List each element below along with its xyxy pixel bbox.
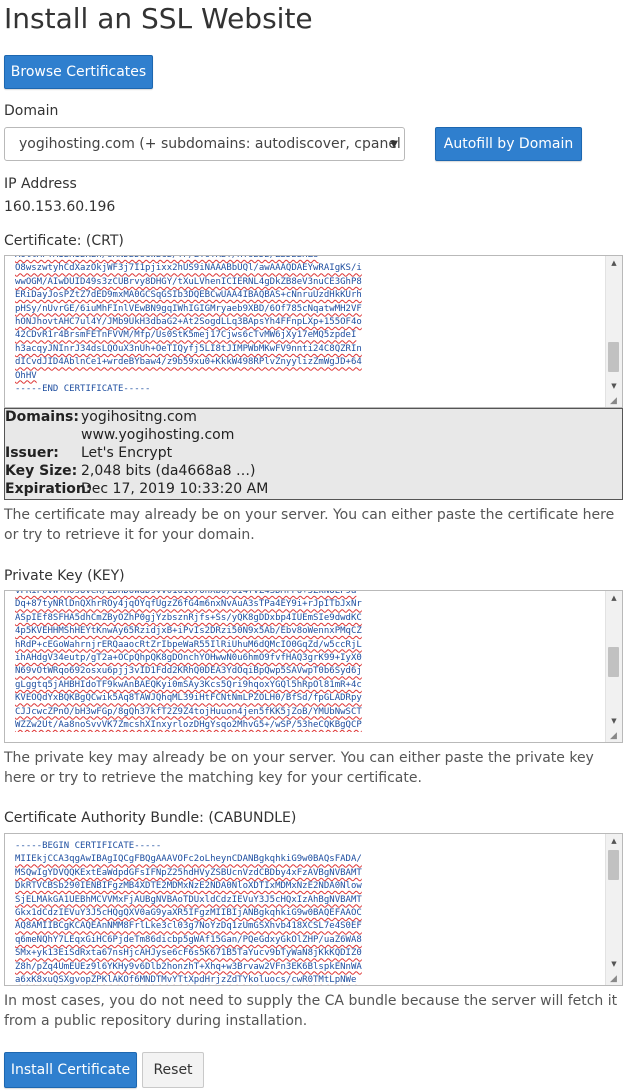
- certificate-textarea[interactable]: A6ttAFTAIBHIBKEh/8RNDBD8GWBCB/YF/ET6YRBY…: [4, 255, 623, 408]
- cabundle-label: Certificate Authority Bundle: (CABUNDLE): [4, 810, 297, 826]
- certificate-help-text: The certificate may already be on your s…: [4, 507, 615, 543]
- text-line: DkRTVCBSb290IENBIFgzMB4XDTE2MDMxNzE2NDA0…: [15, 881, 362, 892]
- text-line: A6ttAFTAIBHIBKEh/8RNDBD8GWBCB/YF/ET6YRBY…: [15, 255, 319, 260]
- text-line: pHSy/nUvrGE/6iuMhFInlVEwBN9gqIWhIGIGMrya…: [15, 303, 362, 314]
- domain-select[interactable]: yogihosting.com (+ subdomains: autodisco…: [4, 127, 405, 161]
- private-key-textarea[interactable]: VFRiF0vW+H0sUveK/ZDHDOWdD9vv01O107OhXb0/…: [4, 590, 623, 743]
- ip-address-value: 160.153.60.196: [4, 199, 116, 215]
- text-line: AQ8AMIIBCgKCAQEAnNMM8FrlLke3cl03g7NoYzDq…: [15, 921, 362, 932]
- text-line: h3acqyJNInrJ34dsLQOuX3nUh+OeTIQyfj5LI8tJ…: [15, 343, 362, 354]
- domain-select-value: yogihosting.com (+ subdomains: autodisco…: [19, 136, 401, 152]
- text-line: OhHV: [15, 370, 37, 381]
- page-title: Install an SSL Website: [4, 2, 313, 35]
- resize-grip-icon[interactable]: ◢: [610, 396, 620, 406]
- expiration-label: Expiration:: [5, 481, 92, 497]
- resize-grip-icon[interactable]: ◢: [610, 731, 620, 741]
- scroll-down-icon[interactable]: ▼: [606, 714, 622, 728]
- scroll-up-icon[interactable]: ▲: [606, 591, 622, 605]
- certificate-label: Certificate: (CRT): [4, 233, 124, 249]
- scroll-down-icon[interactable]: ▼: [606, 957, 622, 971]
- text-line: dICvdJID4AblnCe1+wrdeBYbaw4/z9b59xu0+Kkk…: [15, 357, 362, 368]
- text-line: O8wszwtyhCdXazOkjWF3j7I1pjixx2hUS9iNAAAB…: [15, 263, 362, 274]
- text-line: MSQwIgYDVQQKExtEaWdpdGFsIFNpZ25hdHVyZSBU…: [15, 867, 362, 878]
- text-line: ASpIEf8SFHA5dhCmZByOZhP0gjYzbsznRjfs+Ss/…: [15, 612, 362, 623]
- private-key-text: VFRiF0vW+H0sUveK/ZDHDOWdD9vv01O107OhXb0/…: [15, 590, 600, 732]
- scroll-up-icon[interactable]: ▲: [606, 834, 622, 848]
- private-key-help-text: The private key may already be on your s…: [4, 750, 594, 786]
- private-key-label: Private Key (KEY): [4, 568, 125, 584]
- cabundle-help-text: In most cases, you do not need to supply…: [4, 993, 618, 1029]
- scroll-down-icon[interactable]: ▼: [606, 379, 622, 393]
- text-line: N69vOtWRqo692osxu6pjj3vID1Fdd2KRhQ0DEA3Y…: [15, 666, 362, 677]
- issuer-value: Let's Encrypt: [81, 445, 173, 461]
- scrollbar-thumb[interactable]: [608, 647, 619, 677]
- key-size-value: 2,048 bits (da4668a8 …): [81, 463, 256, 479]
- text-line: VFRiF0vW+H0sUveK/ZDHDOWdD9vv01O107OhXb0/…: [15, 590, 357, 596]
- text-line: q6meNQhY7LEqxGiHC6PjdeTm86dicbp5gWAf15Ga…: [15, 934, 362, 945]
- cabundle-scrollbar[interactable]: ▲ ▼: [605, 834, 622, 985]
- text-line: a6xK8xuQSXgvopZPKlAKOf6MNDTMvYTtXpdHrjzZ…: [15, 975, 357, 986]
- ip-address-label: IP Address: [4, 176, 77, 192]
- cabundle-textarea[interactable]: -----BEGIN CERTIFICATE----- MIIEkjCCA3qgA…: [4, 833, 623, 986]
- text-line: Z8h/pZq4UmEUEz9l6YKHy9v6Dlb2honzhT+Xhq+w…: [15, 961, 362, 972]
- install-certificate-button[interactable]: Install Certificate: [4, 1052, 137, 1088]
- browse-certificates-button[interactable]: Browse Certificates: [4, 55, 153, 89]
- reset-button[interactable]: Reset: [142, 1052, 204, 1088]
- autofill-by-domain-button[interactable]: Autofill by Domain: [435, 127, 582, 161]
- text-line: Gkx1dCdzIEVuY3J5cHQgQXV0aG9yaXR5IFgzMIIB…: [15, 908, 362, 919]
- certificate-text: A6ttAFTAIBHIBKEh/8RNDBD8GWBCB/YF/ET6YRBY…: [15, 255, 600, 396]
- text-line: -----BEGIN CERTIFICATE-----: [15, 841, 162, 851]
- text-line: -----END CERTIFICATE-----: [15, 384, 151, 395]
- domains-label: Domains:: [5, 409, 79, 425]
- text-line: ERiDayJosPZtZ7dED9mxMA0GCSqGSIb3DQEBCwUA…: [15, 290, 362, 301]
- text-line: WZZw2Ut/Aa8noSvvVK7ZmcshXInxyrlozDHgYsqo…: [15, 720, 362, 731]
- scroll-up-icon[interactable]: ▲: [606, 256, 622, 270]
- text-line: SMx+yk13EiSdRxta67nsHjcAHJyse6cF6s5K671B…: [15, 948, 362, 959]
- text-line: 4p5KVEHHMShHEYtKnwAy65RzidjxB+iPvIs2DRzi…: [15, 626, 362, 637]
- resize-grip-icon[interactable]: ◢: [610, 974, 620, 984]
- text-line: 42CDvR1r4BrsmFETnFVVM/Mfp/Us0StK5mej17Cj…: [15, 330, 357, 341]
- text-line: SjELMAkGA1UEBhMCVVMxFjAUBgNVBAoTDUxldCdz…: [15, 894, 362, 905]
- certificate-details-panel: Domains: yogihositng.com www.yogihosting…: [4, 408, 623, 500]
- text-line: hRdP+cEGoWahrnjrERQaaocRtZrIbpeWaR55IlRi…: [15, 639, 362, 650]
- text-line: hONJhovtAHC7ul4Y/JMb9UkH3dbaG2+At2SogdLL…: [15, 317, 362, 328]
- domain-item: www.yogihosting.com: [81, 427, 235, 443]
- private-key-scrollbar[interactable]: ▲ ▼: [605, 591, 622, 742]
- text-line: ihAHdgV34eutp/gT2a+OCpQhpQK8gDOnchYOHwwN…: [15, 653, 362, 664]
- text-line: KVEOQdYxBQKBgQCwik5Aq8TAWJQhqML39iHtFCNt…: [15, 693, 362, 704]
- text-line: Dq+87tyNRlDnQXhrROy4jqOYqfUgzZ6fG4m6nxNv…: [15, 599, 362, 610]
- domain-label: Domain: [4, 103, 59, 119]
- scrollbar-thumb[interactable]: [608, 342, 619, 372]
- cabundle-text: -----BEGIN CERTIFICATE----- MIIEkjCCA3qgA…: [15, 840, 600, 986]
- text-line: wwOGM/AIwDUID49s3zCUBrvy8DHGY/tXuLVhenIC…: [15, 276, 362, 287]
- text-line: gLggtq5jAHBHIdoTF9kwAnBAEQKyi0mSAy3Kcs5Q…: [15, 679, 362, 690]
- scrollbar-thumb[interactable]: [608, 850, 619, 880]
- key-size-label: Key Size:: [5, 463, 78, 479]
- text-line: CJJcwcZPnO/bH3wFGp/8gQh37kfT2Z9Z4tojHuuo…: [15, 706, 362, 717]
- chevron-down-icon: ▼: [390, 139, 398, 150]
- expiration-value: Dec 17, 2019 10:33:20 AM: [81, 481, 269, 497]
- domain-item: yogihositng.com: [81, 409, 197, 425]
- text-line: MIIEkjCCA3qgAwIBAgIQCgFBQgAAAVOFc2oLheyn…: [15, 854, 362, 865]
- certificate-scrollbar[interactable]: ▲ ▼: [605, 256, 622, 407]
- issuer-label: Issuer:: [5, 445, 59, 461]
